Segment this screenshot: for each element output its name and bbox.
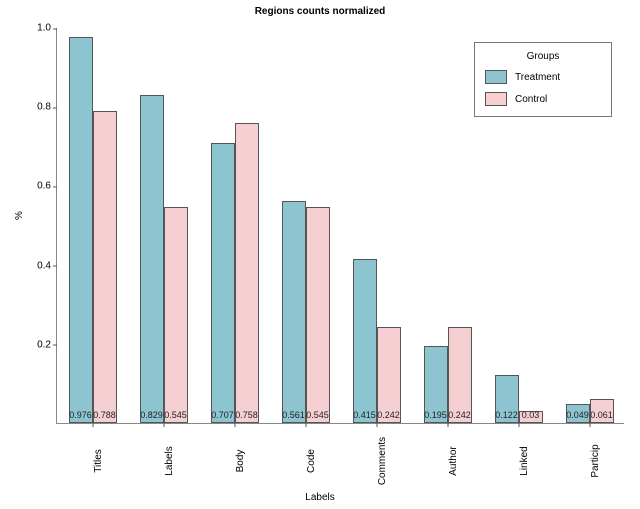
bar-control [377,327,401,423]
plot-area: 0.9760.7880.8290.5450.7070.7580.5610.545… [56,28,624,424]
bar-value-treatment: 0.829 [140,410,164,420]
bar-control [235,123,259,423]
y-tick: 1.0 [21,23,51,34]
bar-control [93,111,117,423]
x-category-label: Author [448,446,459,475]
legend-label-treatment: Treatment [515,72,560,83]
legend-item-treatment: Treatment [485,70,601,84]
chart-container: Regions counts normalized % 0.9760.788 0.… [0,0,640,509]
x-category-label: Linked [519,446,530,475]
bar-value-control: 0.788 [93,410,117,420]
bar-value-control: 0.061 [590,410,614,420]
y-tick: 0.2 [21,339,51,350]
bar-value-control: 0.03 [519,410,543,420]
x-tick [92,423,93,427]
bar-value-control: 0.545 [306,410,330,420]
x-tick [447,423,448,427]
bar-treatment [69,37,93,423]
bar-treatment [282,201,306,423]
x-category-label: Particip [590,444,601,477]
legend-swatch-control [485,92,507,106]
legend-swatch-treatment [485,70,507,84]
x-tick [518,423,519,427]
chart-title: Regions counts normalized [0,6,640,17]
bar-treatment [211,143,235,423]
bar-control [448,327,472,423]
x-category-label: Code [306,449,317,473]
x-category-label: Titles [93,449,104,473]
y-tick: 0.8 [21,102,51,113]
bar-treatment [353,259,377,423]
bar-value-control: 0.545 [164,410,188,420]
bar-value-treatment: 0.195 [424,410,448,420]
x-category-label: Body [235,450,246,473]
legend: Groups Treatment Control [474,42,612,117]
bar-treatment [140,95,164,423]
x-axis-label: Labels [0,492,640,503]
bar-control [306,207,330,423]
x-category-label: Labels [164,446,175,475]
bar-value-treatment: 0.976 [69,410,93,420]
bar-value-treatment: 0.561 [282,410,306,420]
y-axis-label: % [14,211,25,220]
x-tick [305,423,306,427]
bar-value-treatment: 0.707 [211,410,235,420]
legend-item-control: Control [485,92,601,106]
x-category-label: Comments [377,437,388,485]
bar-value-control: 0.242 [448,410,472,420]
y-tick: 0.6 [21,181,51,192]
legend-title: Groups [485,51,601,62]
bar-value-treatment: 0.049 [566,410,590,420]
x-tick [589,423,590,427]
bar-value-control: 0.242 [377,410,401,420]
legend-label-control: Control [515,94,547,105]
bar-value-treatment: 0.415 [353,410,377,420]
y-tick: 0.4 [21,260,51,271]
x-tick [376,423,377,427]
bar-value-treatment: 0.122 [495,410,519,420]
bar-control [164,207,188,423]
x-tick [163,423,164,427]
x-tick [234,423,235,427]
bar-value-control: 0.758 [235,410,259,420]
